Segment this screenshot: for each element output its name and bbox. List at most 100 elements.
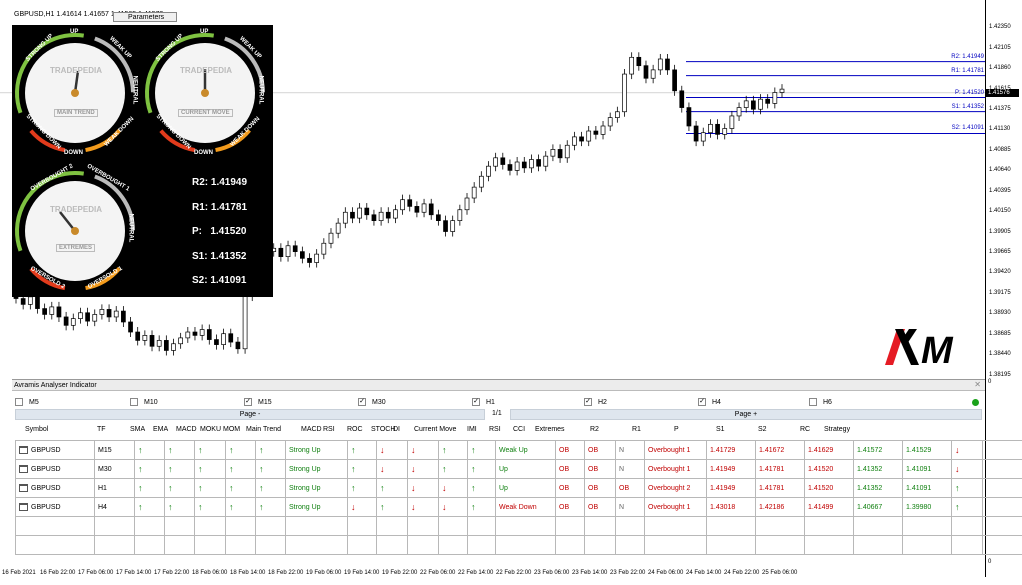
folder-icon[interactable] [19,484,28,492]
table-row[interactable]: GBPUSD M30 ↑ ↑ ↑ ↑ ↑ Strong Up ↑ ↓ ↓ ↑ ↑ Up OB OB N Overb… [15,459,1022,479]
analyzer-title: Avramis Analyser Indicator [12,380,985,391]
cell-s2: 1.39980 [906,503,932,511]
tf-label: H1 [486,399,495,406]
cell-main_trend: Strong Up [289,503,321,511]
page-prev-button[interactable]: Page - [15,409,485,420]
cell-r2: 1.41949 [710,484,736,492]
candle-body [500,157,506,165]
cell-r1: 1.42186 [759,503,785,511]
candle-body [722,128,728,135]
page-next-button[interactable]: Page + [510,409,982,420]
candle-body [400,199,405,211]
price-tick: 1.40150 [989,208,1011,215]
cell-r1: 1.41781 [759,465,785,473]
price-tick: 1.40395 [989,187,1011,194]
candle-body [393,209,398,219]
tf-label: H6 [823,399,832,406]
gauge2-brand: TRADEPEDIA [180,66,233,75]
price-tick: 1.41375 [989,105,1011,112]
table-row[interactable]: GBPUSD M15 ↑ ↑ ↑ ↑ ↑ Strong Up ↑ ↓ ↓ ↑ ↑ Weak Up OB OB N… [15,440,1022,460]
folder-icon[interactable] [19,446,28,454]
tf-checkbox-m10[interactable] [130,398,138,406]
candle-body [285,245,291,257]
gauge3-center-label: EXTREMES [56,244,96,252]
tf-label: M15 [258,399,272,406]
candle-body [478,175,484,188]
price-tick: 1.39905 [989,228,1011,235]
column-header: MOKU [200,426,221,433]
time-tick: 18 Feb 14:00 [230,570,266,576]
candle-body [163,340,169,351]
tf-checkbox-h4[interactable]: ✓ [698,398,706,406]
tf-label: H4 [712,399,721,406]
candle-body [772,92,778,104]
candle-body [314,253,320,263]
time-axis[interactable]: 16 Feb 2021 16 Feb 22:00 17 Feb 06:00 17 Fe… [0,568,985,585]
column-header: Main Trend [246,426,282,433]
candle-body [643,65,649,79]
tf-checkbox-h1[interactable]: ✓ [472,398,480,406]
arrow-down-icon: ↓ [380,464,385,474]
folder-icon[interactable] [19,503,28,511]
tf-checkbox-m5[interactable] [15,398,23,406]
time-tick: 22 Feb 06:00 [420,570,456,576]
tf-checkbox-m15[interactable]: ✓ [244,398,252,406]
column-header: R2 [590,426,599,433]
time-tick: 16 Feb 22:00 [40,570,76,576]
candle-body [407,199,413,207]
candle-body [507,164,513,171]
candle-body [342,211,348,224]
candle-body [292,245,298,252]
arrow-up-icon: ↑ [471,483,476,493]
table-row-empty [15,535,1022,555]
time-tick: 23 Feb 14:00 [572,570,608,576]
pivot-r2: R2: 1.41949 [192,177,248,188]
gauge1-neutral-label: NEUTRAL [131,75,138,105]
table-row[interactable]: GBPUSD H1 ↑ ↑ ↑ ↑ ↑ Strong Up ↑ ↑ ↓ ↓ ↑ Up OB OB OB Overb… [15,478,1022,498]
column-header: R1 [632,426,641,433]
gauge3-brand: TRADEPEDIA [50,205,103,214]
close-icon[interactable]: ✕ [974,380,981,389]
cell-rsi2: OB [588,446,599,454]
candle-body [514,161,520,171]
cell-tf: M15 [98,446,112,454]
tf-checkbox-h2[interactable]: ✓ [584,398,592,406]
candle-body [650,69,656,79]
arrow-up-icon: ↑ [259,445,264,455]
level-label: R1: 1.41781 [951,67,984,74]
arrow-up-icon: ↑ [351,464,356,474]
cell-cci: N [619,446,625,454]
candle-body [171,343,176,351]
arrow-up-icon: ↑ [198,502,203,512]
time-tick: 18 Feb 22:00 [268,570,304,576]
candle-body [106,309,112,318]
analyzer-scale-bottom: 0 [988,559,992,565]
arrow-up-icon: ↑ [168,464,173,474]
current-price-tag: 1.41576 [986,88,1019,97]
price-tick: 1.41860 [989,65,1011,72]
candle-body [78,312,83,319]
arrow-down-icon: ↓ [380,445,385,455]
arrow-up-icon: ↑ [259,483,264,493]
candle-body [56,306,62,318]
arrow-up-icon: ↑ [138,464,143,474]
candle-body [63,316,69,326]
parameters-button[interactable]: Parameters [113,12,177,22]
arrow-up-icon: ↑ [442,464,447,474]
table-row[interactable]: GBPUSD H4 ↑ ↑ ↑ ↑ ↑ Strong Up ↓ ↑ ↓ ↓ ↑ Weak Down OB OB… [15,497,1022,517]
arrow-up-icon: ↑ [229,445,234,455]
folder-icon[interactable] [19,465,28,473]
gauge2-down-label: DOWN [194,150,213,156]
cell-extremes: Overbought 1 [648,503,691,511]
candle-body [42,308,47,315]
time-tick: 24 Feb 06:00 [648,570,684,576]
cell-current_move: Weak Down [499,503,537,511]
arrow-up-icon: ↑ [380,483,385,493]
arrow-down-icon: ↓ [351,502,356,512]
arrow-up-icon: ↑ [471,445,476,455]
tf-checkbox-m30[interactable]: ✓ [358,398,366,406]
cell-s1: 1.41572 [857,446,883,454]
candle-body [321,242,327,255]
time-tick: 17 Feb 22:00 [154,570,190,576]
tf-checkbox-h6[interactable] [809,398,817,406]
